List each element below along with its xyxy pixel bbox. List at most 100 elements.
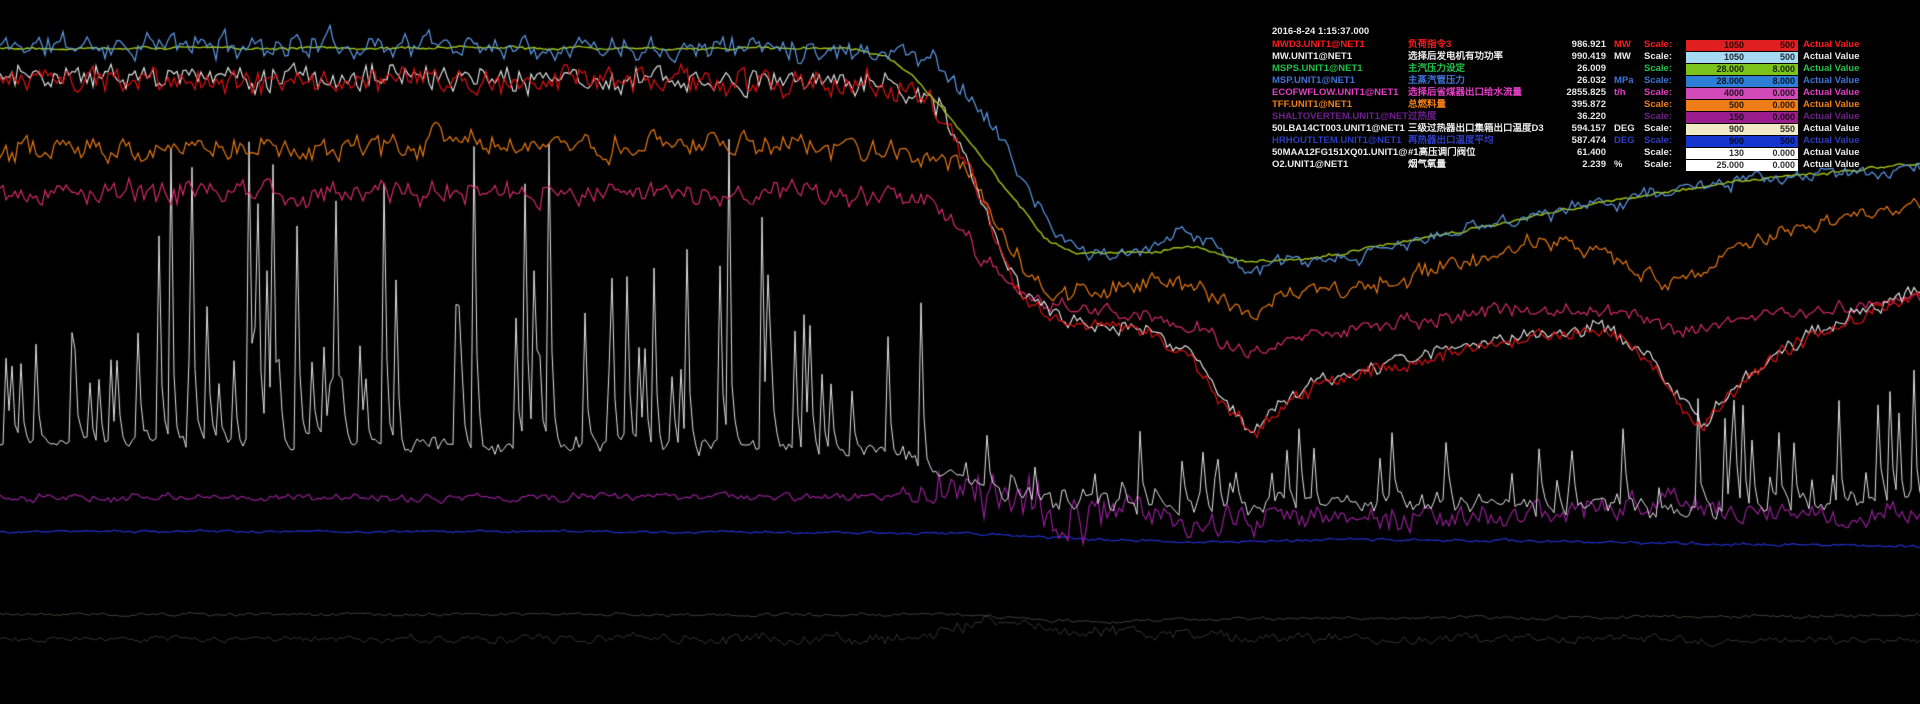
- scale-bar: 1300.000: [1686, 148, 1798, 159]
- scale-label: Scale:: [1644, 99, 1686, 111]
- legend-rows: MWD3.UNIT1@NET1负荷指令3986.921MWScale:10505…: [1272, 39, 1875, 171]
- scale-bar: 1050500: [1686, 52, 1798, 63]
- legend-row[interactable]: MSPS.UNIT1@NET1主汽压力设定26.009 Scale:28.0008…: [1272, 63, 1875, 75]
- unit-label: t/h: [1614, 87, 1644, 99]
- description-label: #1高压调门阀位: [1408, 147, 1550, 159]
- scale-bar: 5000.000: [1686, 100, 1798, 111]
- tag-label: MSP.UNIT1@NET1: [1272, 75, 1408, 87]
- scale-bar: 25.0000.000: [1686, 160, 1798, 171]
- scale-max: 150: [1686, 111, 1746, 123]
- scale-label: Scale:: [1644, 87, 1686, 99]
- scale-max: 1050: [1686, 39, 1746, 51]
- legend-panel: 2016-8-24 1:15:37.000 MWD3.UNIT1@NET1负荷指…: [1272, 26, 1875, 171]
- value-label: 594.157: [1550, 123, 1614, 135]
- scale-label: Scale:: [1644, 63, 1686, 75]
- scale-min: 500: [1746, 39, 1798, 51]
- value-label: 61.400: [1550, 147, 1614, 159]
- unit-label: MW: [1614, 51, 1644, 63]
- scale-min: 500: [1746, 135, 1798, 147]
- unit-label: %: [1614, 159, 1644, 171]
- tag-label: MSPS.UNIT1@NET1: [1272, 63, 1408, 75]
- scale-min: 0.000: [1746, 111, 1798, 123]
- scale-bar: 28.0008.000: [1686, 76, 1798, 87]
- actual-value-label: Actual Value: [1798, 51, 1875, 63]
- actual-value-label: Actual Value: [1798, 75, 1875, 87]
- scale-min: 8.000: [1746, 75, 1798, 87]
- trend-timestamp: 2016-8-24 1:15:37.000: [1272, 26, 1875, 39]
- scale-max: 900: [1686, 123, 1746, 135]
- scale-min: 550: [1746, 123, 1798, 135]
- scale-max: 25.000: [1686, 159, 1746, 171]
- tag-label: TFF.UNIT1@NET1: [1272, 99, 1408, 111]
- scale-bar: 1050500: [1686, 40, 1798, 51]
- value-label: 26.032: [1550, 75, 1614, 87]
- scale-label: Scale:: [1644, 51, 1686, 63]
- legend-row[interactable]: 50LBA14CT003.UNIT1@NET1三级过热器出口集箱出口温度D359…: [1272, 123, 1875, 135]
- actual-value-label: Actual Value: [1798, 111, 1875, 123]
- scale-label: Scale:: [1644, 159, 1686, 171]
- scale-min: 500: [1746, 51, 1798, 63]
- scale-max: 28.000: [1686, 75, 1746, 87]
- description-label: 选择后省煤器出口给水流量: [1408, 87, 1550, 99]
- legend-row[interactable]: ECOFWFLOW.UNIT1@NET1选择后省煤器出口给水流量2855.825…: [1272, 87, 1875, 99]
- scale-bar: 1500.000: [1686, 112, 1798, 123]
- scale-label: Scale:: [1644, 75, 1686, 87]
- legend-row[interactable]: O2.UNIT1@NET1烟气氧量2.239%Scale:25.0000.000…: [1272, 159, 1875, 171]
- description-label: 烟气氧量: [1408, 159, 1550, 171]
- scale-min: 0.000: [1746, 147, 1798, 159]
- actual-value-label: Actual Value: [1798, 63, 1875, 75]
- tag-label: HRHOUTLTEM.UNIT1@NET1: [1272, 135, 1408, 147]
- legend-row[interactable]: MW.UNIT1@NET1选择后发电机有功功率990.419MWScale:10…: [1272, 51, 1875, 63]
- unit-label: MPa: [1614, 75, 1644, 87]
- scale-max: 28.000: [1686, 63, 1746, 75]
- scale-bar: 900500: [1686, 136, 1798, 147]
- unit-label: DEG: [1614, 135, 1644, 147]
- tag-label: MWD3.UNIT1@NET1: [1272, 39, 1408, 51]
- actual-value-label: Actual Value: [1798, 87, 1875, 99]
- scale-min: 0.000: [1746, 159, 1798, 171]
- tag-label: O2.UNIT1@NET1: [1272, 159, 1408, 171]
- legend-row[interactable]: MSP.UNIT1@NET1主蒸汽管压力26.032MPaScale:28.00…: [1272, 75, 1875, 87]
- tag-label: ECOFWFLOW.UNIT1@NET1: [1272, 87, 1408, 99]
- unit-label: MW: [1614, 39, 1644, 51]
- scale-max: 900: [1686, 135, 1746, 147]
- scale-min: 8.000: [1746, 63, 1798, 75]
- scale-label: Scale:: [1644, 111, 1686, 123]
- scale-min: 0.000: [1746, 87, 1798, 99]
- actual-value-label: Actual Value: [1798, 123, 1875, 135]
- scale-label: Scale:: [1644, 135, 1686, 147]
- actual-value-label: Actual Value: [1798, 39, 1875, 51]
- value-label: 587.474: [1550, 135, 1614, 147]
- scale-label: Scale:: [1644, 147, 1686, 159]
- scale-bar: 40000.000: [1686, 88, 1798, 99]
- scale-label: Scale:: [1644, 39, 1686, 51]
- scale-bar: 900550: [1686, 124, 1798, 135]
- description-label: 过热度: [1408, 111, 1550, 123]
- description-label: 选择后发电机有功功率: [1408, 51, 1550, 63]
- unit-label: DEG: [1614, 123, 1644, 135]
- legend-row[interactable]: 50MAA12FG151XQ01.UNIT1@NET1#1高压调门阀位61.40…: [1272, 147, 1875, 159]
- tag-label: SHALTOVERTEM.UNIT1@NET1: [1272, 111, 1408, 123]
- legend-row[interactable]: HRHOUTLTEM.UNIT1@NET1再热器出口温度平均587.474DEG…: [1272, 135, 1875, 147]
- value-label: 26.009: [1550, 63, 1614, 75]
- value-label: 395.872: [1550, 99, 1614, 111]
- scale-max: 500: [1686, 99, 1746, 111]
- actual-value-label: Actual Value: [1798, 147, 1875, 159]
- description-label: 主蒸汽管压力: [1408, 75, 1550, 87]
- description-label: 三级过热器出口集箱出口温度D3: [1408, 123, 1550, 135]
- description-label: 负荷指令3: [1408, 39, 1550, 51]
- value-label: 36.220: [1550, 111, 1614, 123]
- legend-row[interactable]: MWD3.UNIT1@NET1负荷指令3986.921MWScale:10505…: [1272, 39, 1875, 51]
- legend-row[interactable]: SHALTOVERTEM.UNIT1@NET1过热度36.220 Scale:15…: [1272, 111, 1875, 123]
- value-label: 2855.825: [1550, 87, 1614, 99]
- trend-screen: 2016-8-24 1:15:37.000 MWD3.UNIT1@NET1负荷指…: [0, 0, 1920, 704]
- actual-value-label: Actual Value: [1798, 99, 1875, 111]
- actual-value-label: Actual Value: [1798, 135, 1875, 147]
- description-label: 总燃料量: [1408, 99, 1550, 111]
- legend-row[interactable]: TFF.UNIT1@NET1总燃料量395.872 Scale:5000.000A…: [1272, 99, 1875, 111]
- scale-min: 0.000: [1746, 99, 1798, 111]
- scale-bar: 28.0008.000: [1686, 64, 1798, 75]
- scale-max: 130: [1686, 147, 1746, 159]
- scale-label: Scale:: [1644, 123, 1686, 135]
- description-label: 主汽压力设定: [1408, 63, 1550, 75]
